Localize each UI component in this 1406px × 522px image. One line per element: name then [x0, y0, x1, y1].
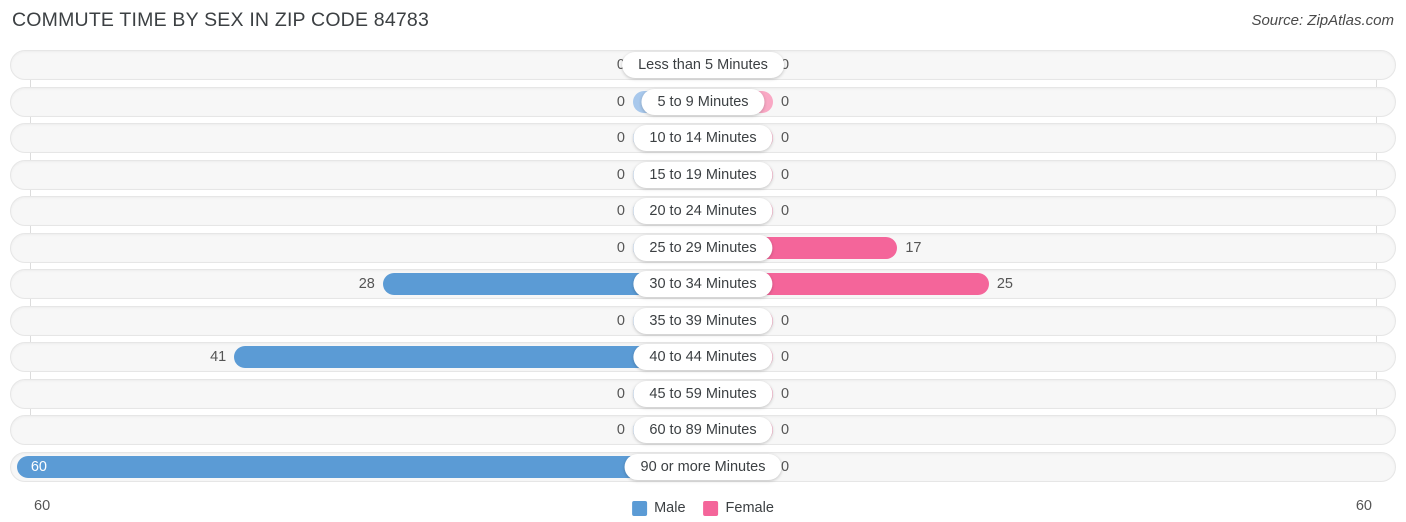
category-label: 30 to 34 Minutes	[633, 271, 773, 297]
male-value-label: 0	[616, 422, 625, 438]
chart-row: 0 0 45 to 59 Minutes	[10, 378, 1396, 409]
chart-row: 0 0 60 to 89 Minutes	[10, 415, 1396, 445]
female-value-label: 0	[781, 349, 790, 365]
chart-row: 0 0 5 to 9 Minutes	[10, 86, 1396, 117]
male-value-label: 28	[358, 276, 375, 292]
male-value-label: 0	[616, 57, 625, 73]
category-label: 20 to 24 Minutes	[633, 198, 773, 224]
legend-item-female[interactable]: Female	[703, 500, 774, 516]
female-value-label: 0	[781, 203, 790, 219]
source-attribution: Source: ZipAtlas.com	[1251, 12, 1394, 29]
female-value-label: 0	[781, 422, 790, 438]
axis-label-left: 60	[34, 498, 51, 514]
legend-label-male: Male	[654, 500, 686, 516]
male-value-label: 0	[616, 239, 625, 256]
male-value-label: 60	[30, 458, 47, 475]
female-value-label: 0	[781, 57, 790, 73]
female-value-label: 25	[996, 276, 1013, 292]
male-value-label: 0	[616, 166, 625, 183]
female-value-label: 0	[781, 312, 790, 329]
chart-row: 0 0 15 to 19 Minutes	[10, 159, 1396, 190]
chart-row: 0 0 Less than 5 Minutes	[10, 50, 1396, 80]
female-value-label: 0	[781, 166, 790, 183]
male-bar[interactable]	[17, 455, 703, 478]
legend-label-female: Female	[725, 500, 774, 516]
category-label: 60 to 89 Minutes	[633, 417, 773, 443]
category-label: 25 to 29 Minutes	[633, 234, 773, 261]
male-value-label: 0	[616, 130, 625, 146]
category-label: 35 to 39 Minutes	[633, 307, 773, 334]
male-color-swatch	[632, 500, 648, 516]
chart-row: 28 25 30 to 34 Minutes	[10, 269, 1396, 299]
chart-row: 0 0 20 to 24 Minutes	[10, 196, 1396, 226]
category-label: 5 to 9 Minutes	[641, 88, 765, 115]
category-label: 10 to 14 Minutes	[633, 125, 773, 151]
category-label: 40 to 44 Minutes	[633, 344, 773, 370]
category-label: 45 to 59 Minutes	[633, 380, 773, 407]
male-value-label: 41	[210, 349, 227, 365]
male-value-label: 0	[616, 203, 625, 219]
page-title: COMMUTE TIME BY SEX IN ZIP CODE 84783	[12, 9, 430, 31]
axis-label-right: 60	[1355, 498, 1372, 514]
category-label: 15 to 19 Minutes	[633, 161, 773, 188]
chart-legend: Male Female	[632, 500, 774, 516]
female-value-label: 0	[781, 458, 790, 475]
category-label: 90 or more Minutes	[624, 453, 782, 480]
male-value-label: 0	[616, 385, 625, 402]
male-value-label: 0	[616, 312, 625, 329]
female-value-label: 0	[781, 385, 790, 402]
legend-item-male[interactable]: Male	[632, 500, 686, 516]
chart-row: 41 0 40 to 44 Minutes	[10, 342, 1396, 372]
commute-time-chart: COMMUTE TIME BY SEX IN ZIP CODE 84783 So…	[0, 0, 1406, 522]
female-value-label: 0	[781, 130, 790, 146]
chart-row: 60 0 90 or more Minutes	[10, 451, 1396, 482]
male-value-label: 0	[616, 93, 625, 110]
chart-row: 0 0 10 to 14 Minutes	[10, 123, 1396, 153]
chart-plot-area: 0 0 Less than 5 Minutes 0 0 5 to 9 Minutes 0 0 1…	[0, 50, 1406, 484]
category-label: Less than 5 Minutes	[622, 52, 784, 78]
chart-row: 0 0 35 to 39 Minutes	[10, 305, 1396, 336]
female-value-label: 17	[905, 239, 922, 256]
female-color-swatch	[703, 500, 719, 516]
chart-row: 0 17 25 to 29 Minutes	[10, 232, 1396, 263]
female-value-label: 0	[781, 93, 790, 110]
